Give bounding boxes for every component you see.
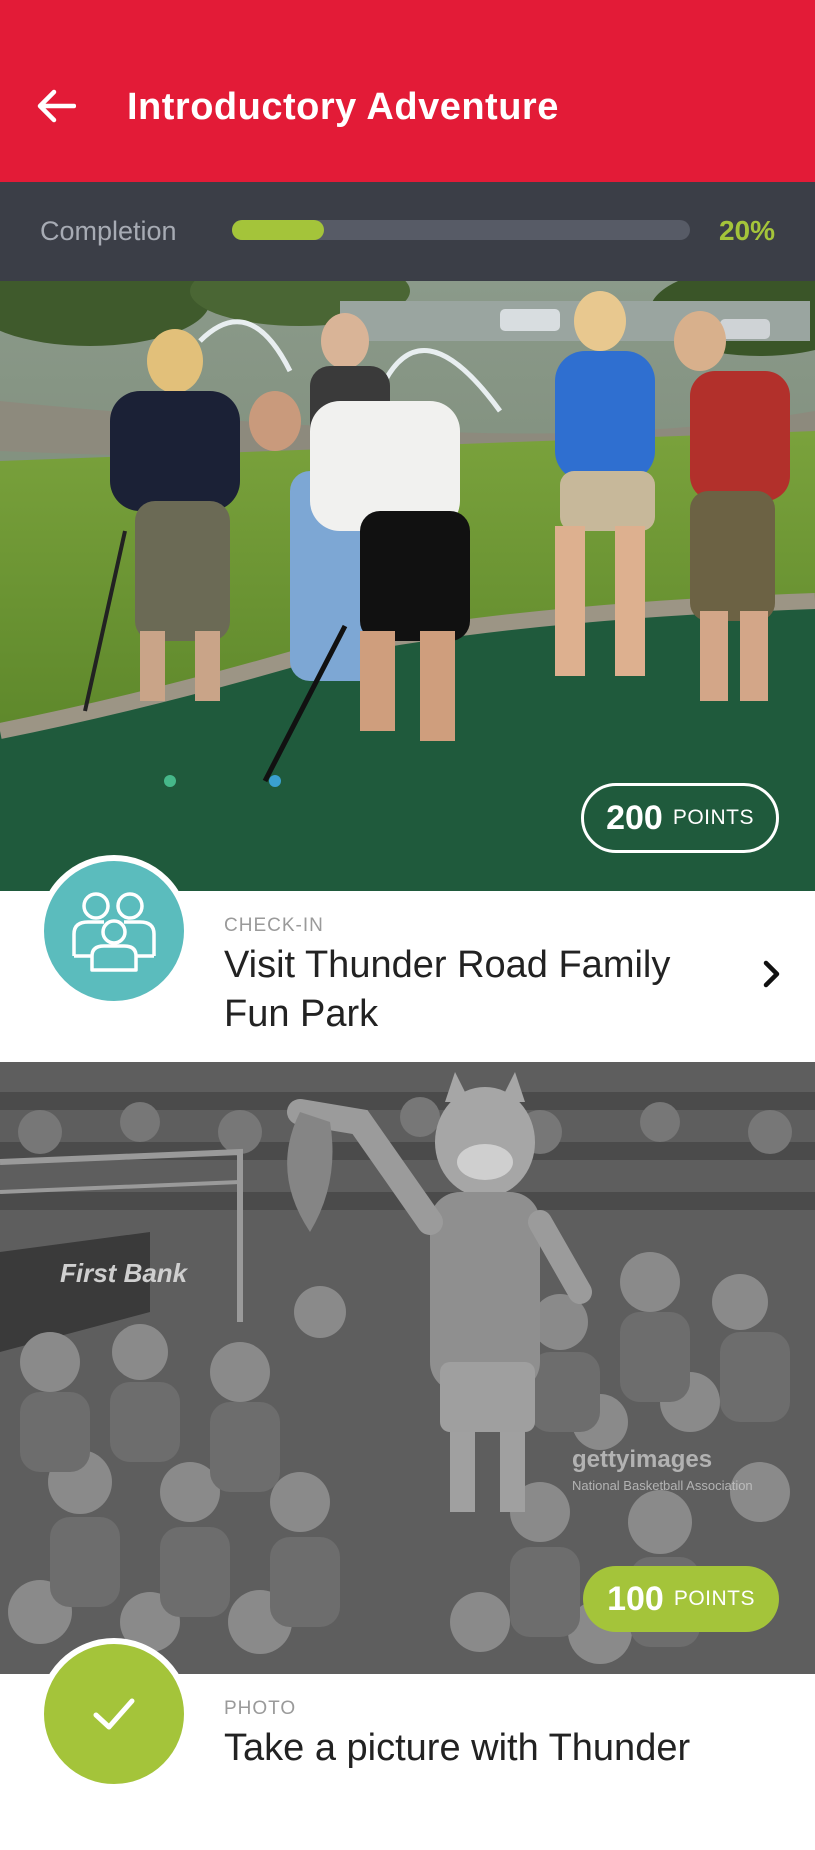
activity-type: CHECK-IN: [224, 915, 324, 936]
activity-title: Visit Thunder Road Family Fun Park: [224, 944, 671, 1035]
completion-percent: 20%: [718, 215, 775, 246]
chevron-right-icon[interactable]: [761, 959, 783, 994]
completion-label: Completion: [40, 216, 177, 246]
points-badge[interactable]: 100 POINTS: [583, 1566, 779, 1632]
checkmark-icon: [93, 1698, 135, 1730]
completed-badge: [38, 1638, 190, 1790]
mascot-crowd-photo[interactable]: First Bank gettyimages National Basketba…: [0, 1062, 815, 1674]
progress-fill: [232, 220, 324, 240]
points-badge[interactable]: 200 POINTS: [581, 783, 779, 853]
getty-watermark: gettyimages: [572, 1446, 712, 1473]
points-label: POINTS: [673, 1587, 755, 1610]
banner-text: First Bank: [60, 1258, 189, 1288]
group-people-icon: [72, 892, 156, 972]
back-button[interactable]: [30, 78, 82, 134]
mini-golf-photo[interactable]: 200 POINTS: [0, 281, 815, 891]
points-label: POINTS: [672, 806, 754, 829]
page-title: Introductory Adventure: [127, 86, 559, 128]
activity-title: Take a picture with Thunder: [224, 1727, 691, 1769]
points-value: 200: [606, 798, 663, 837]
app-header: Introductory Adventure: [0, 0, 815, 182]
completion-bar: Completion 20%: [0, 182, 815, 281]
checkin-badge: [38, 855, 190, 1007]
activity-type: PHOTO: [224, 1698, 297, 1719]
getty-caption: National Basketball Association: [572, 1478, 753, 1493]
points-value: 100: [607, 1579, 664, 1618]
arrow-left-icon: [37, 89, 76, 123]
progress-track: [232, 220, 690, 240]
